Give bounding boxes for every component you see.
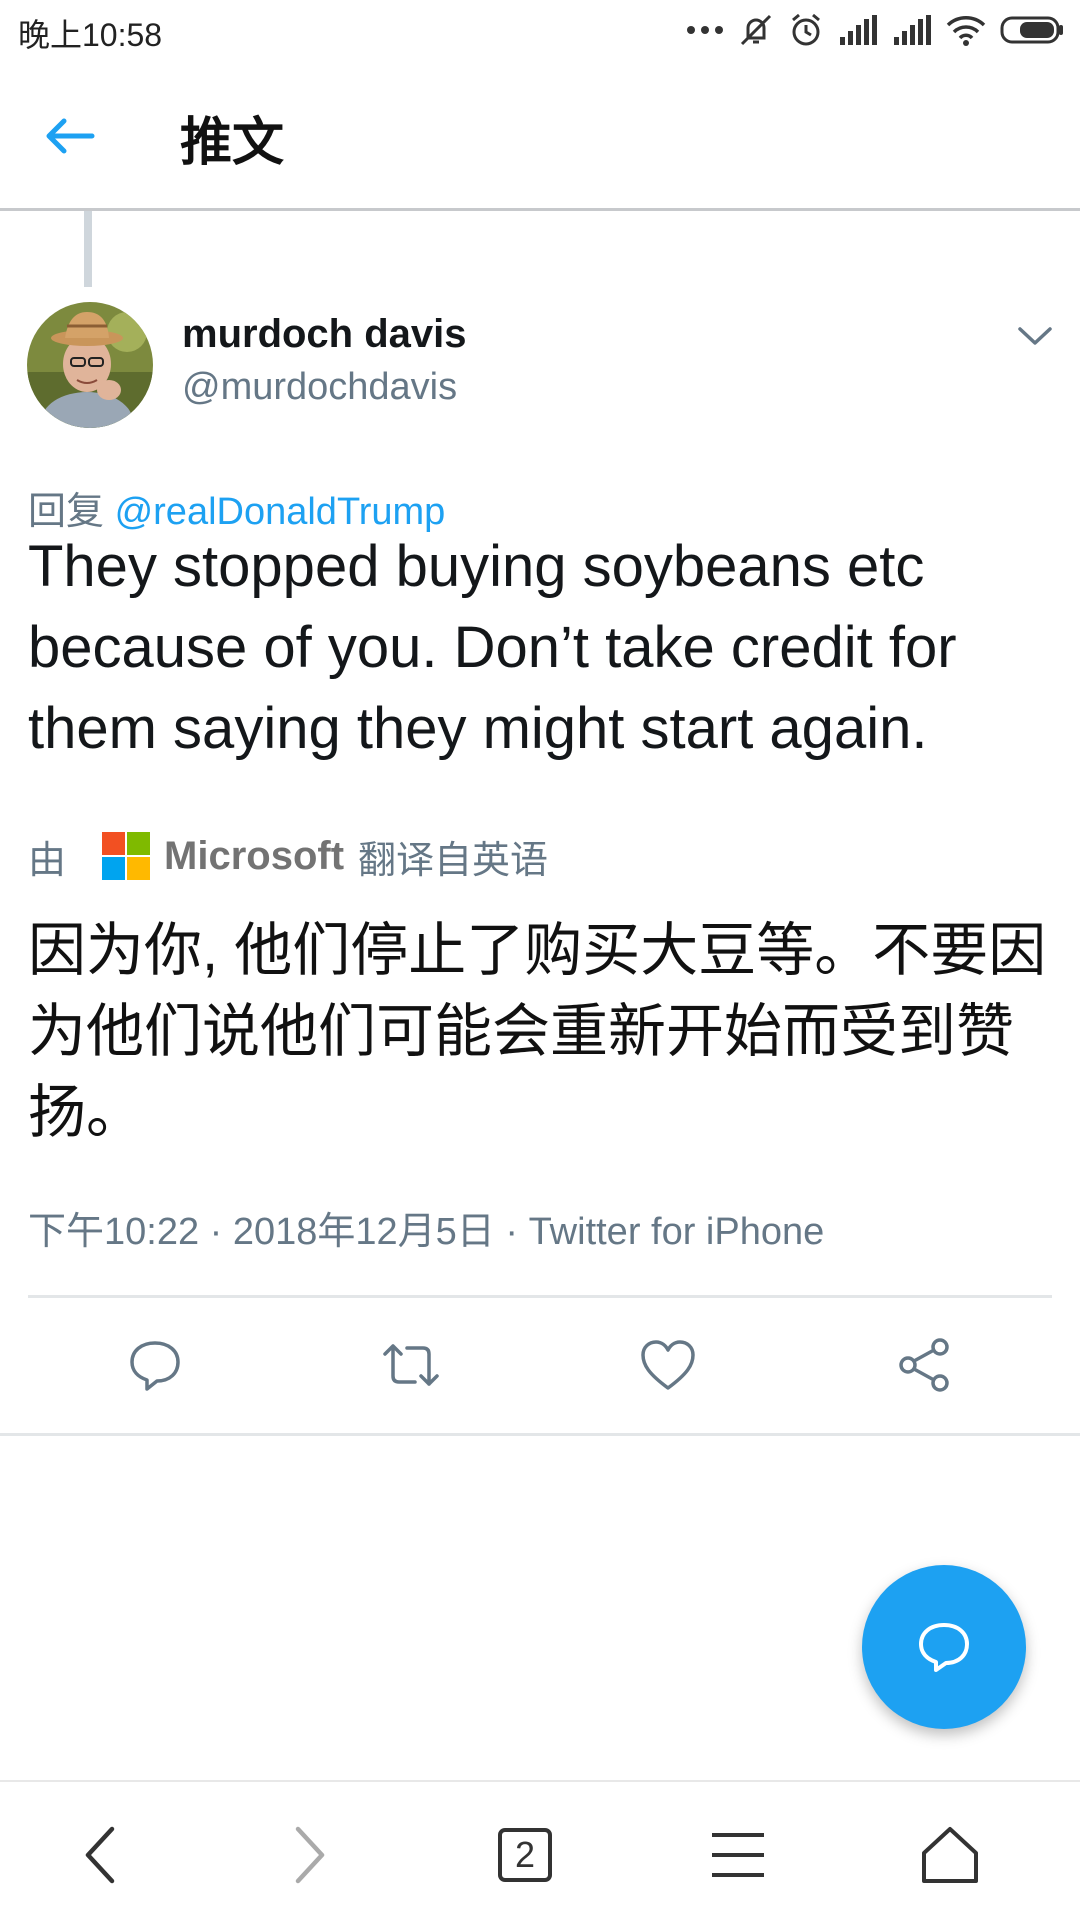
reply-icon bbox=[130, 1341, 180, 1391]
battery-icon bbox=[1000, 16, 1063, 44]
retweet-icon bbox=[383, 1344, 439, 1386]
chevron-down-icon bbox=[1018, 327, 1052, 345]
compose-reply-button[interactable] bbox=[862, 1565, 1026, 1729]
menu-button[interactable] bbox=[693, 1810, 783, 1900]
share-icon bbox=[899, 1338, 949, 1392]
wifi-icon bbox=[946, 16, 986, 46]
share-button[interactable] bbox=[890, 1330, 960, 1400]
home-icon bbox=[922, 1827, 978, 1883]
reply-button[interactable] bbox=[120, 1330, 190, 1400]
display-name[interactable]: murdoch davis bbox=[182, 312, 467, 357]
hamburger-menu-icon bbox=[712, 1833, 764, 1877]
home-button[interactable] bbox=[905, 1810, 995, 1900]
signal-icon-2 bbox=[894, 15, 931, 45]
header: 推文 bbox=[0, 60, 1080, 211]
nav-forward-button[interactable] bbox=[265, 1810, 355, 1900]
translation-provider: Microsoft bbox=[164, 833, 345, 878]
microsoft-logo-icon bbox=[102, 832, 151, 880]
like-button[interactable] bbox=[633, 1330, 703, 1400]
alarm-icon bbox=[792, 13, 820, 46]
tweet-meta: 下午10:22 · 2018年12月5日 · Twitter for iPhon… bbox=[28, 1211, 825, 1253]
avatar[interactable] bbox=[27, 302, 153, 428]
translation-by-label: 由 bbox=[28, 839, 67, 882]
thread-connector-line bbox=[84, 211, 92, 287]
chevron-right-icon bbox=[295, 1826, 325, 1884]
page-title: 推文 bbox=[180, 114, 285, 172]
signal-icon bbox=[840, 15, 877, 45]
status-time: 晚上10:58 bbox=[18, 17, 163, 53]
tabs-button[interactable]: 2 bbox=[480, 1810, 570, 1900]
heart-icon bbox=[641, 1340, 695, 1390]
translation-attribution: 由 Microsoft 翻译自英语 bbox=[28, 830, 548, 882]
tweet-text: They stopped buying soybeans etc because… bbox=[28, 534, 957, 761]
user-handle[interactable]: @murdochdavis bbox=[182, 366, 457, 409]
status-bar: 晚上10:58 bbox=[0, 0, 1080, 60]
tab-count: 2 bbox=[498, 1828, 552, 1882]
back-button[interactable] bbox=[30, 106, 110, 166]
mute-icon bbox=[740, 14, 772, 46]
more-options-button[interactable] bbox=[1010, 316, 1060, 356]
tweet-actions bbox=[0, 1300, 1080, 1430]
compose-reply-icon bbox=[919, 1623, 969, 1672]
translated-text: 因为你, 他们停止了购买大豆等。不要因为他们说他们可能会重新开始而受到赞扬。 bbox=[28, 918, 1047, 1145]
divider bbox=[0, 1433, 1080, 1436]
retweet-button[interactable] bbox=[376, 1330, 446, 1400]
arrow-left-icon bbox=[46, 118, 95, 154]
nav-back-button[interactable] bbox=[55, 1810, 145, 1900]
chevron-left-icon bbox=[85, 1826, 115, 1884]
divider bbox=[28, 1295, 1052, 1298]
status-icons bbox=[686, 10, 1064, 50]
translation-suffix: 翻译自英语 bbox=[358, 839, 549, 882]
browser-nav-bar: 2 bbox=[0, 1780, 1080, 1922]
more-dots-icon bbox=[687, 26, 723, 34]
